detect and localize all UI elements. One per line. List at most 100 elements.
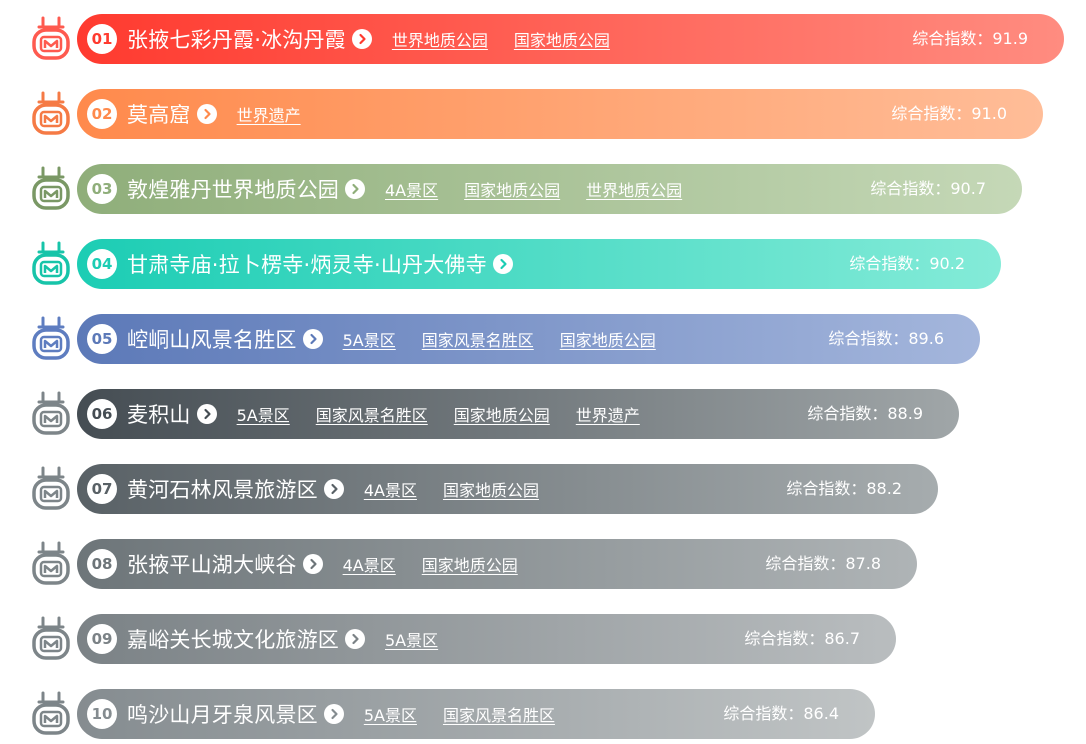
rank-number: 10 — [87, 699, 117, 729]
ranking-bar[interactable]: 05 崆峒山风景名胜区 5A景区 国家风景名胜区 国家地质公园 综合指数：89.6 — [77, 314, 980, 364]
tag-link[interactable]: 4A景区 — [385, 177, 438, 201]
score-value: 86.7 — [824, 629, 860, 648]
rank-number: 03 — [87, 174, 117, 204]
row-content: 张掖七彩丹霞·冰沟丹霞 世界地质公园 国家地质公园 — [127, 14, 636, 64]
scenic-name-link[interactable]: 张掖平山湖大峡谷 — [127, 549, 297, 579]
rank-badge-icon — [30, 691, 72, 737]
tag-link[interactable]: 5A景区 — [343, 327, 396, 351]
row-content: 崆峒山风景名胜区 5A景区 国家风景名胜区 国家地质公园 — [127, 314, 682, 364]
chevron-right-icon[interactable] — [492, 254, 513, 274]
ranking-bar[interactable]: 01 张掖七彩丹霞·冰沟丹霞 世界地质公园 国家地质公园 综合指数：91.9 — [77, 14, 1064, 64]
chevron-right-icon[interactable] — [196, 404, 217, 424]
score-label: 综合指数 — [786, 479, 851, 498]
tag-link[interactable]: 世界遗产 — [237, 102, 301, 126]
ranking-bar[interactable]: 03 敦煌雅丹世界地质公园 4A景区 国家地质公园 世界地质公园 综合指数：90.7 — [77, 164, 1022, 214]
tag-link[interactable]: 4A景区 — [364, 477, 417, 501]
tag-link[interactable]: 世界地质公园 — [392, 27, 488, 51]
composite-score: 综合指数：89.6 — [828, 314, 944, 364]
rank-badge-icon — [30, 466, 72, 512]
ranking-bar[interactable]: 10 鸣沙山月牙泉风景区 5A景区 国家风景名胜区 综合指数：86.4 — [77, 689, 875, 739]
ranking-row[interactable]: 07 黄河石林风景旅游区 4A景区 国家地质公园 综合指数：88.2 — [0, 464, 1086, 514]
tag-link[interactable]: 国家风景名胜区 — [443, 702, 555, 726]
scenic-name-link[interactable]: 敦煌雅丹世界地质公园 — [127, 174, 339, 204]
tag-list: 5A景区 国家风景名胜区 国家地质公园 世界遗产 — [237, 402, 666, 426]
tag-list: 5A景区 国家风景名胜区 — [364, 702, 581, 726]
rank-number: 09 — [87, 624, 117, 654]
tag-link[interactable]: 5A景区 — [364, 702, 417, 726]
score-separator: ： — [829, 554, 846, 573]
ranking-bar[interactable]: 04 甘肃寺庙·拉卜楞寺·炳灵寺·山丹大佛寺 综合指数：90.2 — [77, 239, 1001, 289]
chevron-right-icon[interactable] — [351, 29, 372, 49]
row-content: 黄河石林风景旅游区 4A景区 国家地质公园 — [127, 464, 565, 514]
row-content: 鸣沙山月牙泉风景区 5A景区 国家风景名胜区 — [127, 689, 581, 739]
tag-link[interactable]: 国家地质公园 — [560, 327, 656, 351]
chevron-right-icon[interactable] — [302, 554, 323, 574]
tag-link[interactable]: 5A景区 — [237, 402, 290, 426]
tag-link[interactable]: 国家地质公园 — [454, 402, 550, 426]
scenic-name-link[interactable]: 崆峒山风景名胜区 — [127, 324, 297, 354]
tag-list: 4A景区 国家地质公园 — [343, 552, 544, 576]
score-label: 综合指数 — [765, 554, 830, 573]
tag-link[interactable]: 世界遗产 — [576, 402, 640, 426]
chevron-right-icon[interactable] — [323, 479, 344, 499]
tag-link[interactable]: 5A景区 — [385, 627, 438, 651]
rank-badge-icon — [30, 16, 72, 62]
chevron-right-icon[interactable] — [345, 629, 365, 649]
row-content: 敦煌雅丹世界地质公园 4A景区 国家地质公园 世界地质公园 — [127, 164, 708, 214]
tag-link[interactable]: 国家地质公园 — [422, 552, 518, 576]
ranking-row[interactable]: 09 嘉峪关长城文化旅游区 5A景区 综合指数：86.7 — [0, 614, 1086, 664]
rank-badge-icon — [30, 241, 72, 287]
tag-link[interactable]: 4A景区 — [343, 552, 396, 576]
ranking-row[interactable]: 05 崆峒山风景名胜区 5A景区 国家风景名胜区 国家地质公园 综合指数：89.6 — [0, 314, 1086, 364]
scenic-name-link[interactable]: 甘肃寺庙·拉卜楞寺·炳灵寺·山丹大佛寺 — [127, 249, 487, 279]
composite-score: 综合指数：91.0 — [891, 89, 1007, 139]
score-separator: ： — [850, 479, 867, 498]
chevron-right-icon[interactable] — [323, 704, 344, 724]
scenic-name-link[interactable]: 莫高窟 — [127, 99, 191, 129]
tag-link[interactable]: 国家地质公园 — [514, 27, 610, 51]
ranking-row[interactable]: 03 敦煌雅丹世界地质公园 4A景区 国家地质公园 世界地质公园 综合指数：90.7 — [0, 164, 1086, 214]
rank-number: 07 — [87, 474, 117, 504]
tag-list: 世界遗产 — [237, 102, 327, 126]
tag-link[interactable]: 国家风景名胜区 — [316, 402, 428, 426]
scenic-name-link[interactable]: 黄河石林风景旅游区 — [127, 474, 318, 504]
ranking-row[interactable]: 08 张掖平山湖大峡谷 4A景区 国家地质公园 综合指数：87.8 — [0, 539, 1086, 589]
composite-score: 综合指数：91.9 — [912, 14, 1028, 64]
tag-link[interactable]: 国家风景名胜区 — [422, 327, 534, 351]
score-value: 88.9 — [887, 404, 923, 423]
row-content: 嘉峪关长城文化旅游区 5A景区 — [127, 614, 464, 664]
ranking-bar[interactable]: 09 嘉峪关长城文化旅游区 5A景区 综合指数：86.7 — [77, 614, 896, 664]
ranking-bar[interactable]: 06 麦积山 5A景区 国家风景名胜区 国家地质公园 世界遗产 综合指数：88.9 — [77, 389, 959, 439]
score-label: 综合指数 — [849, 254, 914, 273]
tag-link[interactable]: 国家地质公园 — [464, 177, 560, 201]
composite-score: 综合指数：90.2 — [849, 239, 965, 289]
chevron-right-icon[interactable] — [302, 329, 323, 349]
ranking-bar[interactable]: 08 张掖平山湖大峡谷 4A景区 国家地质公园 综合指数：87.8 — [77, 539, 917, 589]
row-content: 张掖平山湖大峡谷 4A景区 国家地质公园 — [127, 539, 544, 589]
chevron-right-icon[interactable] — [345, 179, 365, 199]
score-separator: ： — [871, 404, 888, 423]
ranking-row[interactable]: 06 麦积山 5A景区 国家风景名胜区 国家地质公园 世界遗产 综合指数：88.9 — [0, 389, 1086, 439]
ranking-row[interactable]: 10 鸣沙山月牙泉风景区 5A景区 国家风景名胜区 综合指数：86.4 — [0, 689, 1086, 739]
score-value: 91.0 — [971, 104, 1007, 123]
ranking-row[interactable]: 02 莫高窟 世界遗产 综合指数：91.0 — [0, 89, 1086, 139]
composite-score: 综合指数：87.8 — [765, 539, 881, 589]
ranking-row[interactable]: 01 张掖七彩丹霞·冰沟丹霞 世界地质公园 国家地质公园 综合指数：91.9 — [0, 14, 1086, 64]
ranking-row[interactable]: 04 甘肃寺庙·拉卜楞寺·炳灵寺·山丹大佛寺 综合指数：90.2 — [0, 239, 1086, 289]
scenic-name-link[interactable]: 鸣沙山月牙泉风景区 — [127, 699, 318, 729]
scenic-name-link[interactable]: 张掖七彩丹霞·冰沟丹霞 — [127, 24, 346, 54]
score-separator: ： — [787, 704, 804, 723]
rank-badge-icon — [30, 166, 72, 212]
score-value: 86.4 — [803, 704, 839, 723]
ranking-bar[interactable]: 02 莫高窟 世界遗产 综合指数：91.0 — [77, 89, 1043, 139]
tag-link[interactable]: 世界地质公园 — [586, 177, 682, 201]
score-separator: ： — [808, 629, 825, 648]
scenic-name-link[interactable]: 麦积山 — [127, 399, 191, 429]
rank-number: 04 — [87, 249, 117, 279]
ranking-bar[interactable]: 07 黄河石林风景旅游区 4A景区 国家地质公园 综合指数：88.2 — [77, 464, 938, 514]
chevron-right-icon[interactable] — [196, 104, 217, 124]
score-separator: ： — [955, 104, 972, 123]
tag-link[interactable]: 国家地质公园 — [443, 477, 539, 501]
rank-badge-icon — [30, 541, 72, 587]
scenic-name-link[interactable]: 嘉峪关长城文化旅游区 — [127, 624, 339, 654]
